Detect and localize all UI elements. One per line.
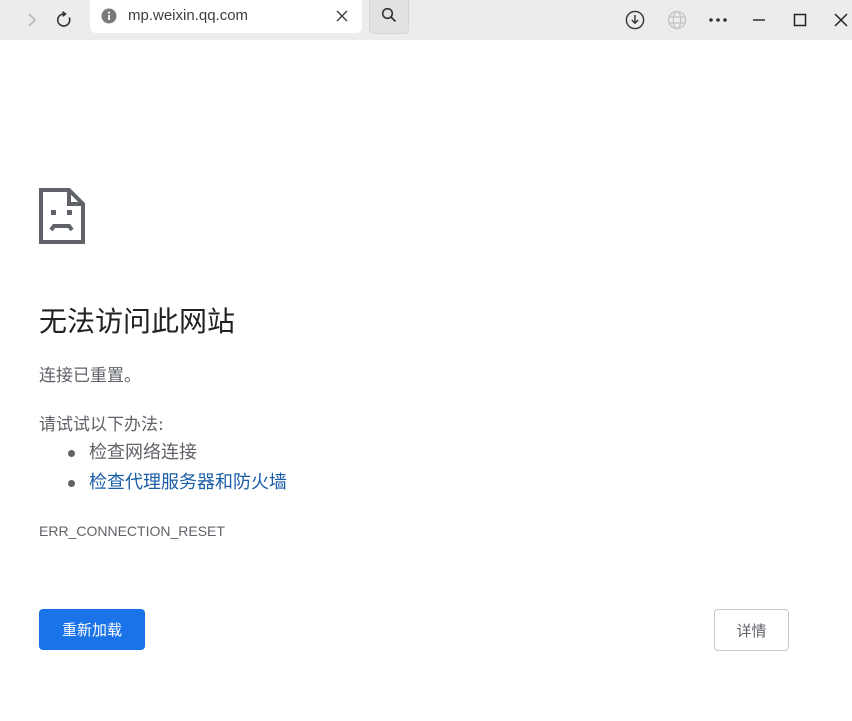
info-icon[interactable] <box>101 8 117 24</box>
maximize-icon <box>793 13 807 27</box>
close-icon[interactable] <box>334 8 350 24</box>
chevron-right-icon <box>24 12 40 28</box>
more-button[interactable] <box>702 4 734 36</box>
suggestion-text[interactable]: 检查代理服务器和防火墙 <box>89 472 287 493</box>
bullet <box>68 480 75 487</box>
error-title: 无法访问此网站 <box>39 305 236 338</box>
reload-page-button[interactable]: 重新加载 <box>39 609 145 650</box>
address-bar[interactable]: mp.weixin.qq.com <box>90 0 362 33</box>
translate-button[interactable] <box>661 4 693 36</box>
globe-icon <box>667 10 687 30</box>
sad-page-icon <box>39 188 85 244</box>
url-text[interactable]: mp.weixin.qq.com <box>128 7 248 24</box>
error-code: ERR_CONNECTION_RESET <box>39 523 225 539</box>
minimize-icon <box>752 13 766 27</box>
suggestions-label: 请试试以下办法: <box>39 415 164 435</box>
suggestion-text: 检查网络连接 <box>89 442 197 463</box>
browser-toolbar: mp.weixin.qq.com <box>0 0 852 40</box>
search-icon <box>381 7 397 27</box>
search-button[interactable] <box>369 0 409 34</box>
suggestion-check-proxy-link[interactable]: 检查代理服务器和防火墙 <box>39 468 287 498</box>
download-icon <box>625 10 645 30</box>
window-close-button[interactable] <box>825 4 852 36</box>
suggestion-check-network: 检查网络连接 <box>39 438 287 468</box>
maximize-button[interactable] <box>784 4 816 36</box>
download-button[interactable] <box>619 4 651 36</box>
error-subtitle: 连接已重置。 <box>39 366 141 386</box>
more-icon <box>708 17 728 23</box>
reload-button[interactable] <box>48 4 80 36</box>
minimize-button[interactable] <box>743 4 775 36</box>
bullet <box>68 450 75 457</box>
suggestions-list: 检查网络连接 检查代理服务器和防火墙 <box>39 438 287 498</box>
close-icon <box>834 13 848 27</box>
details-button[interactable]: 详情 <box>714 609 789 651</box>
reload-icon <box>55 11 73 29</box>
forward-button[interactable] <box>16 4 48 36</box>
